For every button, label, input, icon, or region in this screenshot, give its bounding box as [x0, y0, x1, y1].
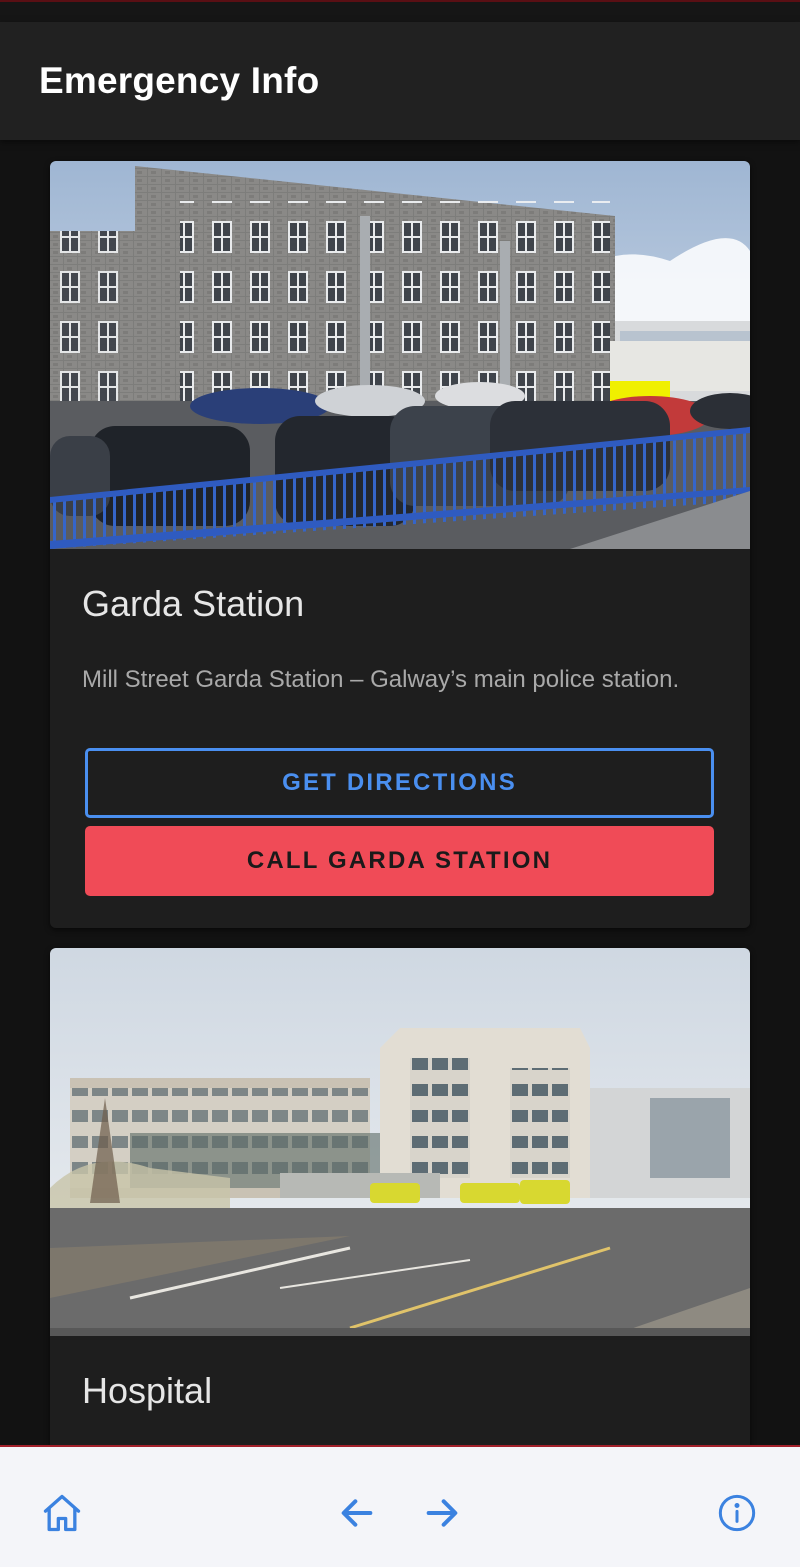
card-description: Mill Street Garda Station – Galway’s mai… — [82, 666, 680, 693]
forward-arrow-icon[interactable] — [416, 1487, 468, 1539]
call-garda-station-button[interactable]: CALL GARDA STATION — [85, 826, 714, 896]
back-arrow-icon[interactable] — [331, 1487, 383, 1539]
card-title: Garda Station — [82, 583, 305, 624]
hospital-card: Hospital — [50, 948, 750, 1445]
home-icon[interactable] — [36, 1487, 88, 1539]
info-icon[interactable] — [711, 1487, 763, 1539]
card-title: Hospital — [82, 1370, 213, 1411]
get-directions-button[interactable]: GET DIRECTIONS — [85, 748, 714, 818]
hospital-photo — [50, 948, 750, 1336]
garda-station-card: Garda Station Mill Street Garda Station … — [50, 161, 750, 928]
page-title: Emergency Info — [39, 60, 320, 101]
app-bar: Emergency Info — [0, 22, 800, 140]
card-list[interactable]: Garda Station Mill Street Garda Station … — [0, 140, 800, 1445]
status-bar — [0, 0, 800, 22]
bottom-navigation — [0, 1445, 800, 1567]
garda-station-photo — [50, 161, 750, 549]
